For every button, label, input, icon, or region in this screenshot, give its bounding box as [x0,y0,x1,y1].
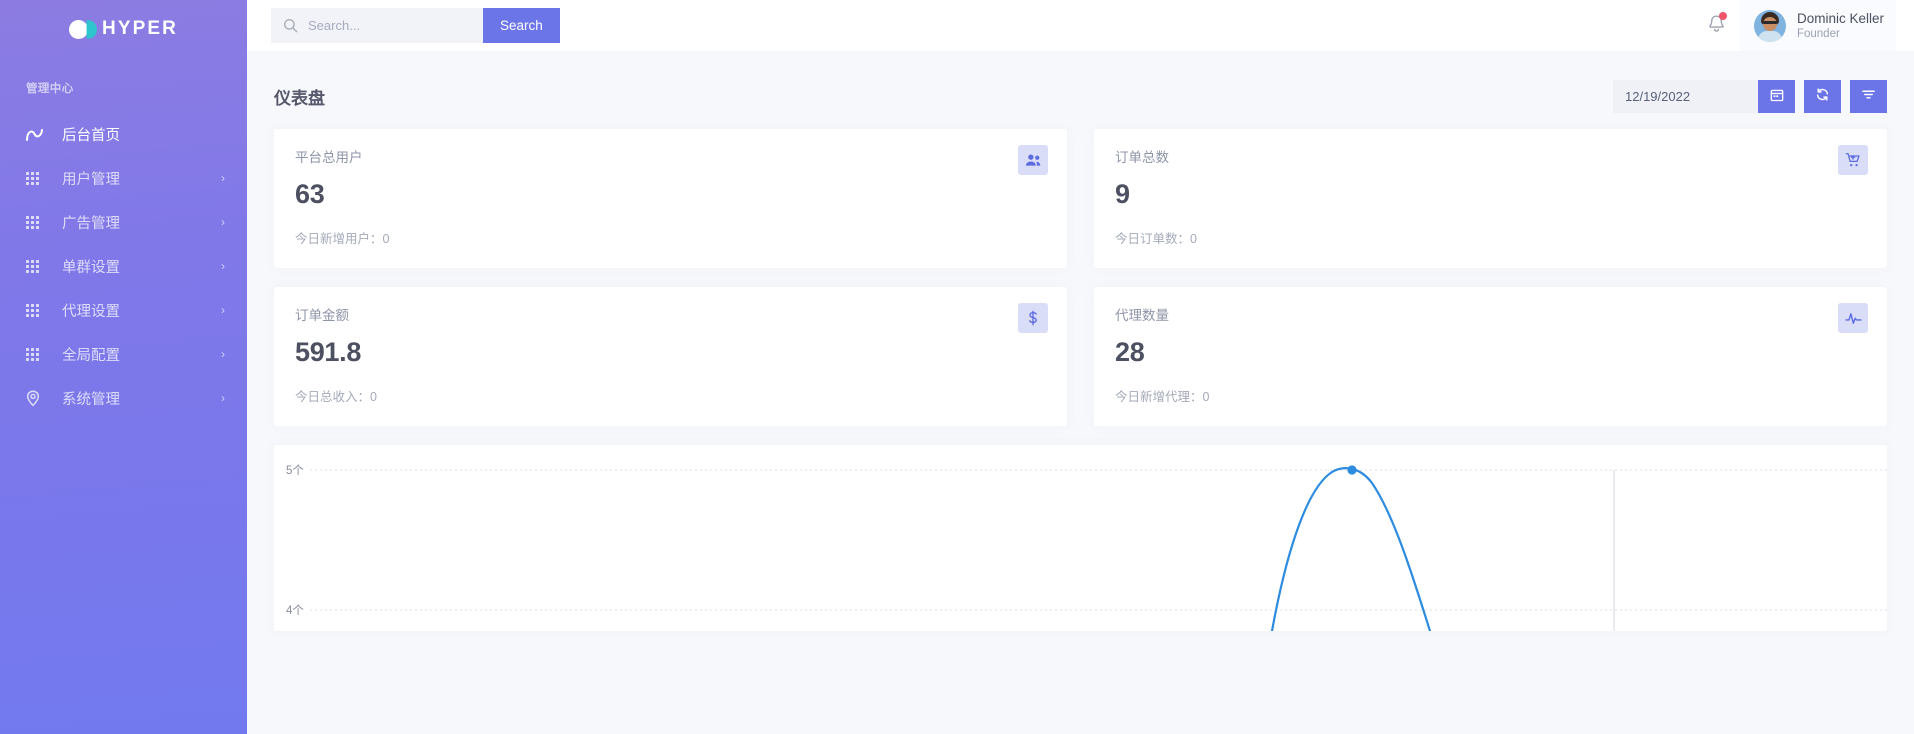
hyper-logo-icon [69,20,95,39]
sidebar-item-label: 单群设置 [62,256,221,277]
sidebar-nav: 后台首页 用户管理 › 广告管理 › [0,112,247,420]
sidebar-item-system-management[interactable]: 系统管理 › [0,376,247,420]
grid-icon [26,172,48,185]
stats-row-2: 订单金额 591.8 今日总收入：0 代理数量 28 今日新增代理：0 [274,287,1887,426]
search-button[interactable]: Search [483,8,560,43]
stat-value: 63 [295,179,1046,210]
app-root: HYPER 管理中心 后台首页 用户管理 › [0,0,1914,734]
stat-subtext: 今日总收入：0 [295,386,1046,405]
notification-badge [1719,12,1727,20]
sidebar-item-group-settings[interactable]: 单群设置 › [0,244,247,288]
sidebar-section-title: 管理中心 [0,80,247,96]
sidebar-item-label: 全局配置 [62,344,221,365]
grid-icon [26,216,48,229]
grid-icon [26,348,48,361]
dashboard-content: 平台总用户 63 今日新增用户：0 订单总数 9 今日订单数：0 [247,121,1914,734]
refresh-button[interactable] [1804,80,1841,113]
sidebar-item-user-management[interactable]: 用户管理 › [0,156,247,200]
visits-chart[interactable] [274,445,1887,631]
sidebar-item-agent-settings[interactable]: 代理设置 › [0,288,247,332]
chevron-right-icon: › [221,171,225,185]
search-icon [283,18,298,33]
stat-card-total-users: 平台总用户 63 今日新增用户：0 [274,129,1067,268]
users-icon [1018,145,1048,175]
top-bar-right: Dominic Keller Founder [1694,0,1896,51]
sidebar-item-label: 后台首页 [62,124,225,145]
sidebar-item-label: 用户管理 [62,168,221,189]
search-box[interactable] [271,8,483,43]
grid-icon [26,260,48,273]
search-group: Search [271,8,560,43]
page-header-tools [1613,80,1887,113]
stat-subtext: 今日新增用户：0 [295,228,1046,247]
stat-title: 订单金额 [295,304,1046,324]
stat-value: 591.8 [295,337,1046,368]
user-meta: Dominic Keller Founder [1797,10,1884,42]
brand-logo[interactable]: HYPER [0,0,247,58]
chevron-right-icon: › [221,259,225,273]
calendar-button[interactable] [1758,80,1795,113]
search-input[interactable] [298,18,484,33]
stat-subtext: 今日订单数：0 [1115,228,1866,247]
page-title: 仪表盘 [274,84,325,109]
stat-title: 订单总数 [1115,146,1866,166]
notifications-button[interactable] [1694,0,1740,51]
stat-value: 9 [1115,179,1866,210]
filter-button[interactable] [1850,80,1887,113]
stat-card-order-amount: 订单金额 591.8 今日总收入：0 [274,287,1067,426]
main-area: Search Dom [247,0,1914,734]
sidebar-item-global-config[interactable]: 全局配置 › [0,332,247,376]
stat-title: 代理数量 [1115,304,1866,324]
stat-subtext: 今日新增代理：0 [1115,386,1866,405]
date-input[interactable] [1613,80,1758,113]
chevron-right-icon: › [221,347,225,361]
top-bar: Search Dom [247,0,1914,51]
date-picker-group [1613,80,1795,113]
user-menu[interactable]: Dominic Keller Founder [1740,0,1896,51]
user-role: Founder [1797,27,1884,42]
pulse-icon [1838,303,1868,333]
stat-title: 平台总用户 [295,146,1046,166]
chart-line-icon [26,128,48,141]
sidebar-item-label: 系统管理 [62,388,221,409]
map-pin-icon [26,390,48,407]
grid-icon [26,304,48,317]
brand-name: HYPER [102,18,178,40]
stats-row-1: 平台总用户 63 今日新增用户：0 订单总数 9 今日订单数：0 [274,129,1887,268]
stat-card-agent-count: 代理数量 28 今日新增代理：0 [1094,287,1887,426]
sidebar: HYPER 管理中心 后台首页 用户管理 › [0,0,247,734]
user-name: Dominic Keller [1797,10,1884,27]
stat-card-total-orders: 订单总数 9 今日订单数：0 [1094,129,1887,268]
chart-peak-marker [1347,465,1356,474]
page-header: 仪表盘 [247,51,1914,121]
chevron-right-icon: › [221,391,225,405]
chevron-right-icon: › [221,303,225,317]
chart-line-series [1272,468,1430,631]
sidebar-item-dashboard[interactable]: 后台首页 [0,112,247,156]
calendar-icon [1770,88,1784,105]
filter-icon [1861,88,1876,104]
chevron-right-icon: › [221,215,225,229]
stat-value: 28 [1115,337,1866,368]
sidebar-item-ad-management[interactable]: 广告管理 › [0,200,247,244]
avatar [1754,10,1786,42]
refresh-icon [1815,87,1830,105]
visits-chart-card: 5个 4个 [274,445,1887,631]
sidebar-item-label: 广告管理 [62,212,221,233]
sidebar-item-label: 代理设置 [62,300,221,321]
cart-icon [1838,145,1868,175]
dollar-icon [1018,303,1048,333]
